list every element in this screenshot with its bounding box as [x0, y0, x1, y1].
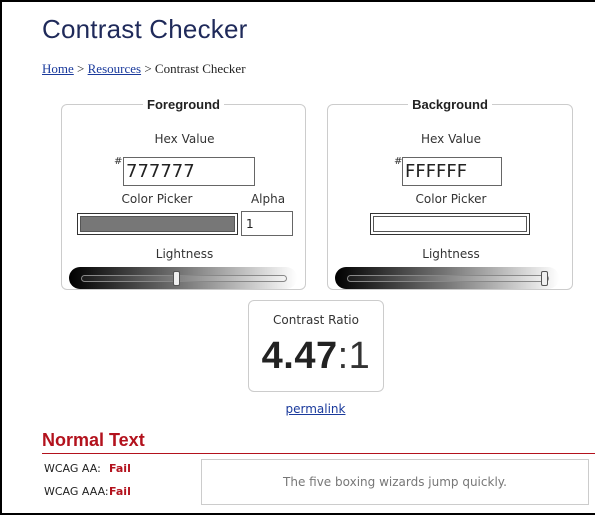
foreground-panel: Foreground Hex Value # Color Picker Alph…: [61, 97, 306, 290]
page-title: Contrast Checker: [42, 14, 248, 44]
contrast-ratio-label: Contrast Ratio: [273, 313, 359, 327]
background-lightness-slider[interactable]: [335, 267, 559, 289]
background-panel: Background Hex Value # Color Picker Ligh…: [327, 97, 573, 290]
contrast-ratio-suffix: :1: [337, 335, 371, 377]
background-legend: Background: [412, 97, 488, 112]
breadcrumb-separator: >: [141, 61, 155, 76]
breadcrumb-resources-link[interactable]: Resources: [88, 61, 141, 76]
foreground-color-picker-label: Color Picker: [121, 192, 193, 206]
slider-thumb[interactable]: [173, 271, 180, 286]
wcag-aaa-label: WCAG AAA:: [44, 485, 109, 498]
background-lightness-label: Lightness: [422, 247, 480, 261]
slider-thumb[interactable]: [541, 271, 548, 286]
normal-text-heading: Normal Text: [42, 430, 145, 450]
breadcrumb-separator: >: [73, 61, 88, 76]
foreground-color-picker[interactable]: [77, 213, 238, 235]
background-color-picker-label: Color Picker: [415, 192, 487, 206]
background-swatch-fill: [373, 216, 527, 232]
wcag-aa-label: WCAG AA:: [44, 462, 101, 475]
breadcrumb: Home > Resources > Contrast Checker: [42, 61, 246, 77]
normal-text-sample: The five boxing wizards jump quickly.: [201, 459, 589, 505]
slider-track: [81, 275, 287, 282]
foreground-hex-label: Hex Value: [154, 132, 215, 146]
wcag-aaa-result: Fail: [109, 485, 131, 498]
wcag-aa-row: WCAG AA: Fail: [44, 462, 131, 475]
contrast-ratio-number: 4.47: [261, 335, 338, 377]
foreground-alpha-input[interactable]: [241, 211, 293, 236]
section-divider: [42, 453, 595, 454]
contrast-ratio-box: Contrast Ratio 4.47:1: [248, 300, 384, 392]
foreground-hash-symbol: #: [114, 156, 123, 167]
foreground-swatch-fill: [80, 216, 235, 232]
breadcrumb-home-link[interactable]: Home: [42, 61, 74, 76]
wcag-aa-result: Fail: [109, 462, 131, 475]
breadcrumb-current: Contrast Checker: [154, 61, 246, 76]
slider-track: [347, 275, 549, 282]
permalink-link[interactable]: permalink: [0, 402, 595, 416]
wcag-aaa-row: WCAG AAA: Fail: [44, 485, 131, 498]
background-hex-label: Hex Value: [420, 132, 482, 146]
background-color-picker[interactable]: [370, 213, 530, 235]
foreground-hex-input[interactable]: [123, 157, 255, 186]
background-hex-input[interactable]: [402, 157, 502, 186]
foreground-lightness-slider[interactable]: [69, 267, 297, 289]
contrast-ratio-value: 4.47:1: [249, 335, 383, 378]
foreground-alpha-label: Alpha: [250, 192, 286, 206]
foreground-legend: Foreground: [147, 97, 220, 112]
foreground-lightness-label: Lightness: [155, 247, 214, 261]
